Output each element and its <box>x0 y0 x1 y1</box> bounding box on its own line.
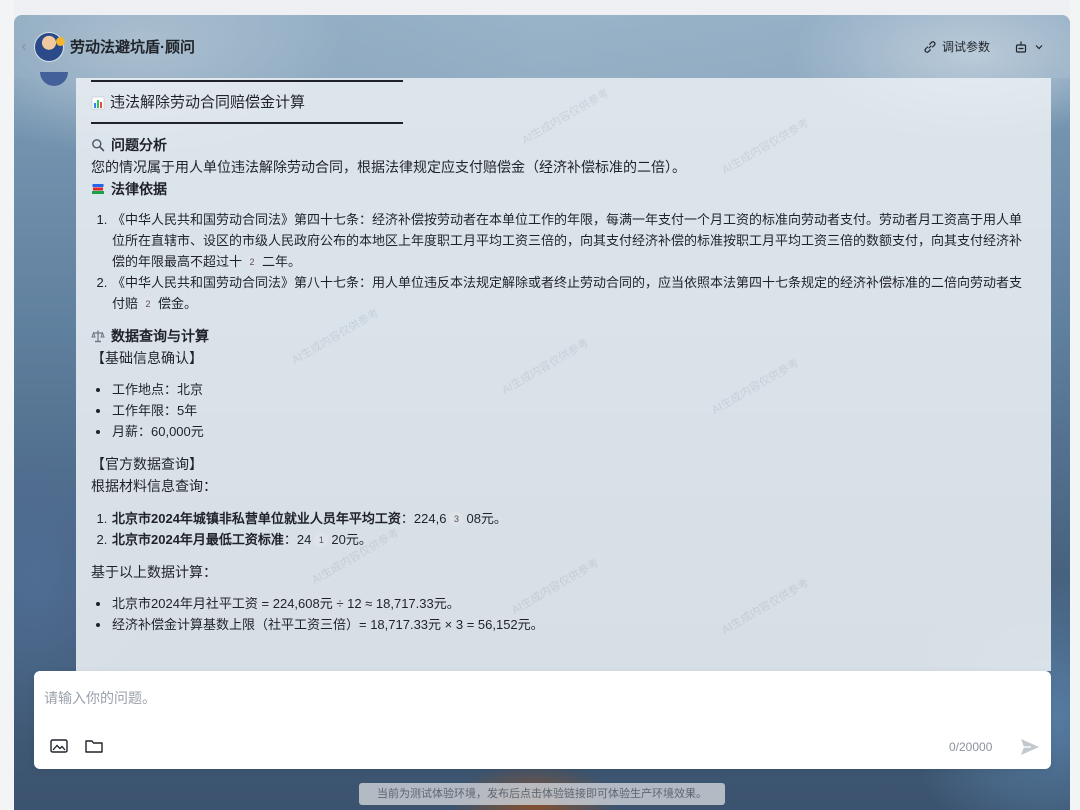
list-item: 工作地点：北京 <box>111 379 1031 400</box>
official-data-list: 北京市2024年城镇非私营单位就业人员年平均工资：224,6308元。 北京市2… <box>91 508 1031 550</box>
data-label: 北京市2024年城镇非私营单位就业人员年平均工资 <box>112 511 401 526</box>
calc-heading: 数据查询与计算 <box>91 325 1031 347</box>
divider <box>91 122 403 124</box>
data-value: 08元。 <box>466 511 507 526</box>
list-item: 月薪：60,000元 <box>111 421 1031 442</box>
page-left-strip <box>0 0 14 810</box>
folder-icon[interactable] <box>84 737 104 755</box>
message-title-text: 违法解除劳动合同赔偿金计算 <box>110 94 306 111</box>
analysis-heading: 问题分析 <box>91 134 1031 156</box>
chevron-down-icon <box>1035 44 1043 49</box>
message-avatar <box>40 72 68 86</box>
analysis-heading-text: 问题分析 <box>111 137 167 153</box>
books-icon <box>92 184 104 194</box>
citation-badge[interactable]: 2 <box>245 255 260 269</box>
data-label: 北京市2024年月最低工资标准 <box>112 532 284 547</box>
divider <box>91 80 403 82</box>
citation-badge[interactable]: 2 <box>141 297 156 311</box>
citation-badge[interactable]: 1 <box>314 533 329 547</box>
page-right-strip <box>1070 0 1080 810</box>
list-item: 工作年限：5年 <box>111 400 1031 421</box>
list-item: 《中华人民共和国劳动合同法》第八十七条：用人单位违反本法规定解除或者终止劳动合同… <box>111 272 1031 314</box>
citation-badge[interactable]: 3 <box>449 512 464 526</box>
legal-basis-heading-text: 法律依据 <box>111 181 167 197</box>
question-input[interactable] <box>44 685 1024 711</box>
debug-params-label: 调试参数 <box>941 40 990 54</box>
app-window: ‹ 劳动法避坑盾·顾问 调试参数 AI生成内容仅供参考 AI生成内容仅供参考 A… <box>14 15 1070 810</box>
image-icon[interactable] <box>49 737 69 755</box>
app-title: 劳动法避坑盾·顾问 <box>70 39 195 56</box>
basic-info-heading: 【基础信息确认】 <box>91 350 203 366</box>
official-data-intro: 根据材料信息查询： <box>91 478 217 494</box>
data-value: 20元。 <box>331 532 372 547</box>
bot-avatar <box>34 31 65 62</box>
scale-icon <box>91 330 105 343</box>
environment-notice: 当前为测试体验环境，发布后点击体验链接即可体验生产环境效果。 <box>359 783 725 805</box>
message-content: 违法解除劳动合同赔偿金计算 问题分析 您的情况属于用人单位违法解除劳动合同，根据… <box>91 78 1031 635</box>
analysis-text: 您的情况属于用人单位违法解除劳动合同，根据法律规定应支付赔偿金（经济补偿标准的二… <box>91 159 686 175</box>
bar-chart-icon <box>91 96 105 110</box>
list-item: 北京市2024年月最低工资标准：24120元。 <box>111 529 1031 550</box>
char-counter: 0/20000 <box>949 740 993 754</box>
message-title: 违法解除劳动合同赔偿金计算 <box>91 92 1031 114</box>
data-value: ：224,6 <box>400 511 447 526</box>
calc-intro: 基于以上数据计算： <box>91 564 217 580</box>
search-icon <box>92 139 105 152</box>
data-value: ：24 <box>283 532 312 547</box>
debug-params-button[interactable]: 调试参数 <box>923 38 990 55</box>
law-text: 偿金。 <box>158 296 198 311</box>
legal-basis-list: 《中华人民共和国劳动合同法》第四十七条：经济补偿按劳动者在本单位工作的年限，每满… <box>91 209 1031 314</box>
official-data-heading: 【官方数据查询】 <box>91 456 203 472</box>
calc-heading-text: 数据查询与计算 <box>111 328 209 344</box>
chevron-left-icon[interactable]: ‹ <box>16 35 32 59</box>
send-icon[interactable] <box>1018 735 1042 759</box>
header-actions: 调试参数 <box>923 38 1044 55</box>
calc-results-list: 北京市2024年月社平工资 = 224,608元 ÷ 12 ≈ 18,717.3… <box>91 593 1031 635</box>
message-bubble: AI生成内容仅供参考 AI生成内容仅供参考 AI生成内容仅供参考 AI生成内容仅… <box>76 78 1051 671</box>
list-item: 《中华人民共和国劳动合同法》第四十七条：经济补偿按劳动者在本单位工作的年限，每满… <box>111 209 1031 272</box>
law-text: 《中华人民共和国劳动合同法》第八十七条：用人单位违反本法规定解除或者终止劳动合同… <box>112 275 1023 311</box>
chat-input-box: 0/20000 <box>34 671 1051 769</box>
link-icon <box>924 40 936 53</box>
list-item: 经济补偿金计算基数上限（社平工资三倍）= 18,717.33元 × 3 = 56… <box>111 614 1031 635</box>
list-item: 北京市2024年月社平工资 = 224,608元 ÷ 12 ≈ 18,717.3… <box>111 593 1031 614</box>
robot-icon <box>1015 41 1027 53</box>
law-text: 二年。 <box>262 254 302 269</box>
legal-basis-heading: 法律依据 <box>91 178 1031 200</box>
list-item: 北京市2024年城镇非私营单位就业人员年平均工资：224,6308元。 <box>111 508 1031 529</box>
app-header: ‹ 劳动法避坑盾·顾问 调试参数 <box>14 15 1070 78</box>
agent-switch-dropdown[interactable] <box>1014 40 1044 54</box>
basic-info-list: 工作地点：北京 工作年限：5年 月薪：60,000元 <box>91 379 1031 442</box>
